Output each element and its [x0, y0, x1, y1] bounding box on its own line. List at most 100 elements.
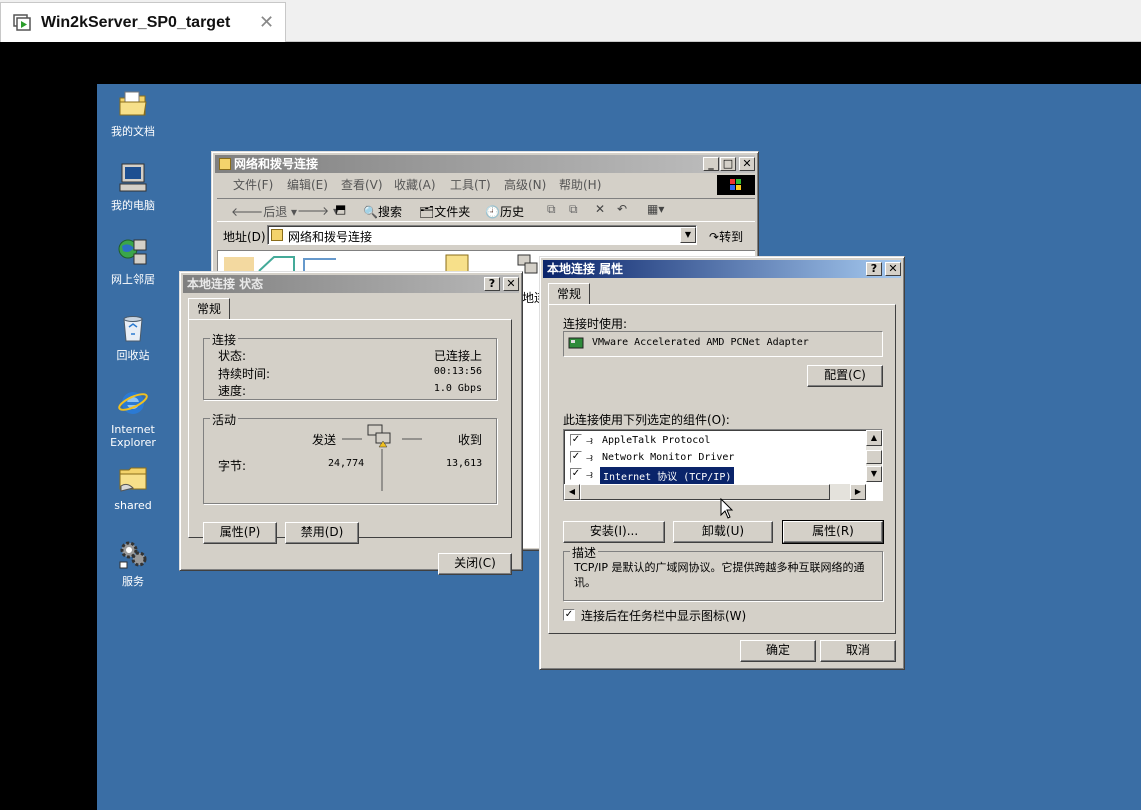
- explorer-menu-bar: 文件(F) 编辑(E) 查看(V) 收藏(A) 工具(T) 高级(N) 帮助(H…: [217, 176, 717, 196]
- ie-icon: [118, 392, 148, 414]
- scroll-thumb-horizontal[interactable]: [580, 484, 830, 500]
- host-tab[interactable]: Win2kServer_SP0_target ✕: [0, 2, 286, 42]
- connections-banner-icon: [224, 256, 336, 273]
- close-button[interactable]: ✕: [503, 277, 519, 291]
- folders-button[interactable]: 🗂文件夹: [419, 203, 470, 220]
- scroll-thumb[interactable]: [866, 450, 882, 464]
- go-arrow-icon: ↷: [709, 230, 720, 244]
- desktop-icon-shared[interactable]: shared: [97, 462, 169, 512]
- component-row[interactable]: ✓ ⥽ AppleTalk Protocol: [566, 432, 862, 449]
- explorer-title-bar[interactable]: 网络和拨号连接 _ □ ✕: [215, 155, 755, 173]
- desktop-icon-label: 我的电脑: [111, 199, 155, 212]
- connect-using-label: 连接时使用:: [563, 317, 628, 331]
- component-row[interactable]: ✓ ⥽ Network Monitor Driver: [566, 449, 862, 466]
- close-button[interactable]: ✕: [885, 262, 901, 276]
- component-checkbox[interactable]: ✓: [570, 468, 582, 480]
- duration-value: 00:13:56: [433, 366, 482, 377]
- disable-button[interactable]: 禁用(D): [285, 522, 359, 544]
- go-button[interactable]: ↷转到: [709, 228, 743, 245]
- desktop-icon-label: shared: [114, 499, 152, 512]
- ok-button[interactable]: 确定: [740, 640, 816, 662]
- move-to-icon[interactable]: ⧉: [547, 202, 556, 217]
- show-icon-checkbox[interactable]: ✓: [563, 609, 575, 621]
- search-button[interactable]: 🔍搜索: [363, 203, 402, 220]
- speed-label: 速度:: [218, 384, 247, 398]
- menu-edit[interactable]: 编辑(E): [287, 176, 328, 193]
- scroll-up-arrow[interactable]: ▲: [866, 430, 882, 446]
- views-icon[interactable]: ▦▾: [647, 202, 664, 216]
- forward-button[interactable]: 🡒 ▾: [297, 203, 339, 218]
- desktop-icon-services[interactable]: 服务: [97, 538, 169, 588]
- uninstall-button[interactable]: 卸载(U): [673, 521, 773, 543]
- back-arrow-icon: 🡐: [231, 205, 264, 219]
- component-row-selected[interactable]: ✓ ⥽ Internet 协议 (TCP/IP): [566, 466, 862, 485]
- recycle-bin-icon: [123, 316, 143, 342]
- tab-general[interactable]: 常规: [188, 298, 231, 320]
- horizontal-scrollbar[interactable]: ◀ ▶: [564, 484, 866, 500]
- my-computer-icon: [119, 163, 147, 192]
- desktop-icon-my-computer[interactable]: 我的电脑: [97, 162, 169, 212]
- search-label: 搜索: [377, 205, 402, 219]
- adapter-box: VMware Accelerated AMD PCNet Adapter: [563, 331, 883, 357]
- components-list: ✓ ⥽ AppleTalk Protocol ✓ ⥽ Network Monit…: [563, 429, 883, 501]
- speed-value: 1.0 Gbps: [433, 383, 482, 394]
- adapter-name: VMware Accelerated AMD PCNet Adapter: [592, 337, 809, 348]
- component-checkbox[interactable]: ✓: [570, 451, 582, 463]
- tab-general[interactable]: 常规: [548, 283, 591, 305]
- copy-to-icon[interactable]: ⧉: [569, 202, 578, 217]
- desktop-icon-internet-explorer[interactable]: Internet Explorer: [97, 386, 169, 449]
- description-group-label: 描述: [570, 544, 599, 561]
- status-dialog-title: 本地连接 状态: [187, 277, 264, 291]
- menu-help[interactable]: 帮助(H): [559, 176, 601, 193]
- protocol-icon: ⥽: [586, 450, 593, 464]
- received-label: 收到: [458, 433, 483, 447]
- help-button[interactable]: ?: [484, 277, 500, 291]
- address-dropdown-arrow[interactable]: ▼: [680, 227, 696, 243]
- protocol-icon: ⥽: [586, 433, 593, 447]
- component-checkbox[interactable]: ✓: [570, 434, 582, 446]
- vertical-scrollbar[interactable]: ▲ ▼: [866, 430, 882, 482]
- undo-icon[interactable]: ↶: [617, 202, 627, 216]
- minimize-button[interactable]: _: [703, 157, 719, 171]
- history-icon: 🕘: [485, 205, 500, 219]
- maximize-button[interactable]: □: [720, 157, 736, 171]
- desktop-icon-label: 我的文档: [111, 125, 155, 138]
- activity-group-label: 活动: [210, 411, 239, 428]
- component-properties-button[interactable]: 属性(R): [782, 520, 884, 544]
- menu-file[interactable]: 文件(F): [233, 176, 273, 193]
- menu-favorites[interactable]: 收藏(A): [394, 176, 436, 193]
- folder-icon: [219, 158, 231, 170]
- properties-dialog-title-bar[interactable]: 本地连接 属性 ? ✕: [543, 260, 901, 278]
- menu-tools[interactable]: 工具(T): [450, 176, 491, 193]
- search-icon: 🔍: [363, 205, 378, 219]
- cancel-button[interactable]: 取消: [820, 640, 896, 662]
- desktop-icon-my-documents[interactable]: 我的文档: [97, 88, 169, 138]
- folders-icon: 🗂: [419, 205, 435, 219]
- desktop-icon-network-places[interactable]: 网上邻居: [97, 236, 169, 286]
- properties-dialog-title: 本地连接 属性: [547, 262, 624, 276]
- close-icon[interactable]: ✕: [259, 12, 274, 33]
- scroll-right-arrow[interactable]: ▶: [850, 484, 866, 500]
- history-button[interactable]: 🕘历史: [485, 203, 524, 220]
- status-close-button[interactable]: 关闭(C): [438, 553, 512, 575]
- up-folder-icon[interactable]: ⬒: [335, 202, 346, 216]
- address-input[interactable]: 网络和拨号连接 ▼: [267, 225, 697, 245]
- status-dialog-title-bar[interactable]: 本地连接 状态 ? ✕: [183, 275, 519, 293]
- history-label: 历史: [499, 205, 524, 219]
- folder-icon: [119, 467, 147, 492]
- scroll-down-arrow[interactable]: ▼: [866, 466, 882, 482]
- delete-icon[interactable]: ✕: [595, 202, 605, 216]
- desktop-icon-recycle-bin[interactable]: 回收站: [97, 312, 169, 362]
- menu-view[interactable]: 查看(V): [341, 176, 383, 193]
- scroll-left-arrow[interactable]: ◀: [564, 484, 580, 500]
- install-button[interactable]: 安装(I)...: [563, 521, 665, 543]
- configure-button[interactable]: 配置(C): [807, 365, 883, 387]
- back-button[interactable]: 🡐后退 ▾: [231, 203, 297, 220]
- windows-logo: [717, 175, 755, 195]
- close-button[interactable]: ✕: [739, 157, 755, 171]
- menu-advanced[interactable]: 高级(N): [504, 176, 546, 193]
- help-button[interactable]: ?: [866, 262, 882, 276]
- network-places-icon: [118, 239, 147, 265]
- status-tab-panel: 连接 状态: 已连接上 持续时间: 00:13:56 速度: 1.0 Gbps …: [188, 319, 512, 544]
- status-properties-button[interactable]: 属性(P): [203, 522, 277, 544]
